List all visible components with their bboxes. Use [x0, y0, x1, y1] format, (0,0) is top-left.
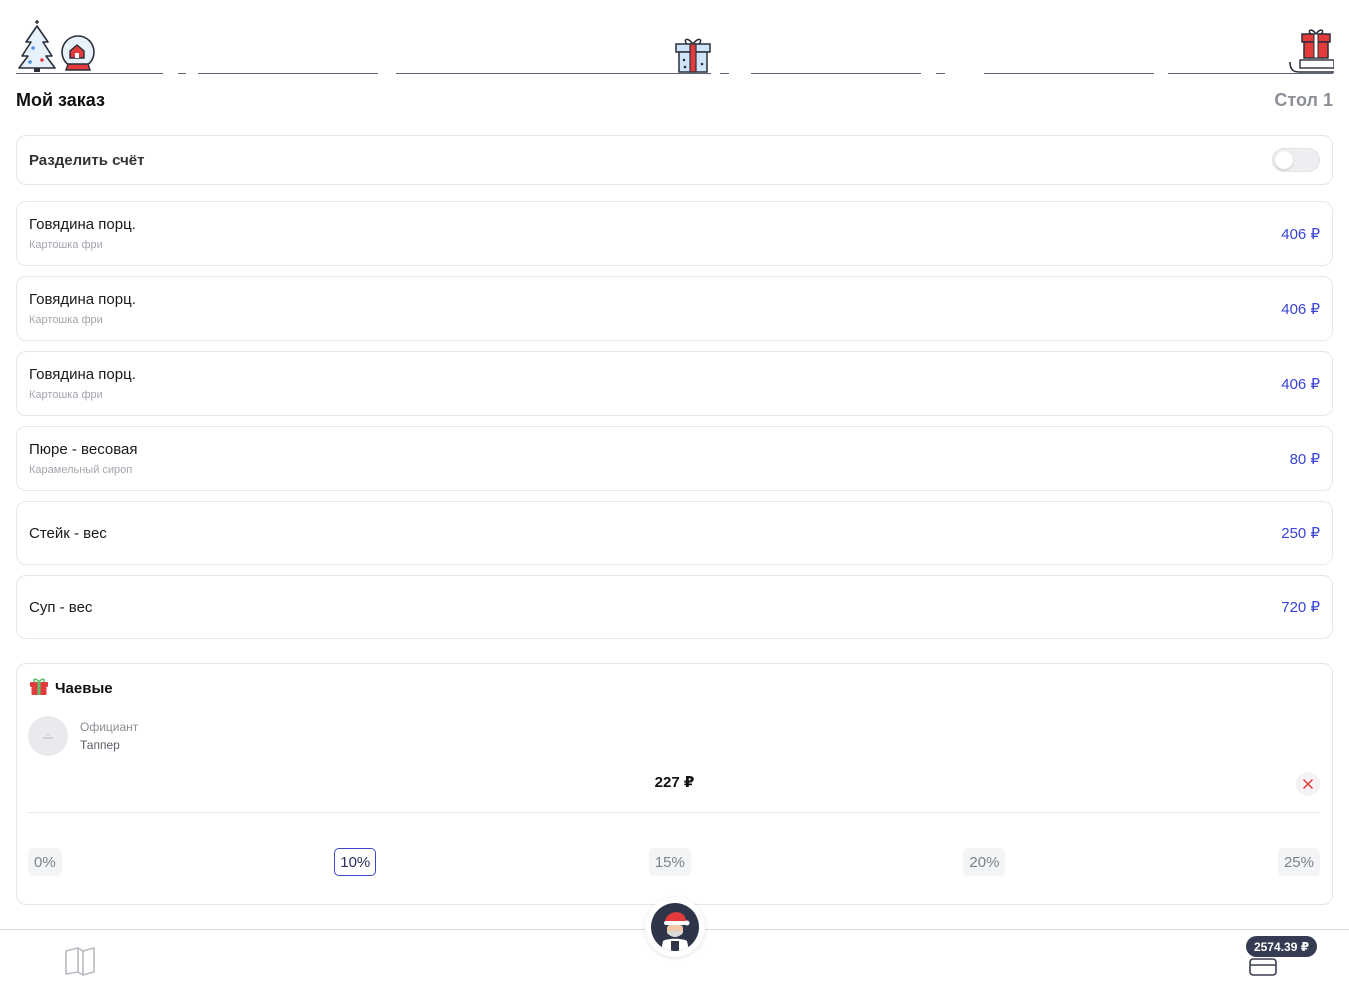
waiter-info: Официант Таппер — [28, 716, 138, 756]
gift-box-icon — [673, 34, 713, 79]
order-item[interactable]: Говядина порц. Картошка фри 406 ₽ — [16, 351, 1333, 416]
split-bill-card[interactable]: Разделить счёт — [16, 135, 1333, 185]
tip-option-20[interactable]: 20% — [963, 848, 1006, 876]
order-item-info: Говядина порц. Картошка фри — [29, 291, 136, 326]
order-item-name: Стейк - вес — [29, 524, 107, 542]
gift-icon — [29, 676, 49, 701]
tip-option-0[interactable]: 0% — [28, 848, 62, 876]
order-item[interactable]: Стейк - вес 250 ₽ — [16, 501, 1333, 565]
clear-tip-button[interactable] — [1296, 772, 1320, 796]
tips-header: Чаевые — [29, 676, 113, 701]
toggle-knob — [1275, 151, 1293, 169]
order-item-info: Пюре - весовая Карамельный сироп — [29, 441, 137, 476]
book-icon — [65, 947, 95, 976]
tip-option-25[interactable]: 25% — [1277, 848, 1320, 876]
santa-waiter-avatar-icon — [651, 903, 699, 951]
tip-amount[interactable]: 227 ₽ — [17, 773, 1332, 791]
order-item-name: Суп - вес — [29, 598, 93, 616]
order-item-modifier: Картошка фри — [29, 239, 103, 251]
split-bill-toggle[interactable] — [1272, 148, 1320, 172]
order-item-price: 250 ₽ — [1281, 525, 1320, 542]
order-item-info: Говядина порц. Картошка фри — [29, 216, 136, 251]
table-label: Стол 1 — [1274, 89, 1333, 110]
festive-header-decoration — [16, 18, 1335, 79]
snow-globe-icon — [58, 34, 98, 79]
christmas-tree-icon — [16, 20, 58, 79]
sleigh-gift-icon — [1286, 26, 1335, 81]
order-item-name: Говядина порц. — [29, 216, 136, 233]
tip-percent-options: 0% 10% 15% 20% 25% — [28, 848, 1320, 876]
tips-title: Чаевые — [55, 680, 113, 697]
waiter-call-button[interactable] — [645, 897, 705, 957]
order-item[interactable]: Говядина порц. Картошка фри 406 ₽ — [16, 201, 1333, 266]
order-item[interactable]: Пюре - весовая Карамельный сироп 80 ₽ — [16, 426, 1333, 491]
order-item-price: 406 ₽ — [1281, 375, 1320, 393]
order-total-badge[interactable]: 2574.39 ₽ — [1246, 936, 1318, 957]
order-item-price: 80 ₽ — [1289, 450, 1320, 468]
waiter-avatar — [28, 716, 68, 756]
page-title: Мой заказ — [16, 89, 105, 110]
waiter-role: Официант — [80, 720, 139, 734]
order-item-price: 406 ₽ — [1281, 300, 1320, 318]
waiter-text: Официант Таппер — [80, 718, 138, 754]
close-icon — [1303, 779, 1313, 789]
order-item-name: Говядина порц. — [29, 291, 136, 308]
order-item-modifier: Карамельный сироп — [29, 464, 133, 476]
tip-divider — [28, 812, 1320, 813]
order-header: Мой заказ Стол 1 — [16, 88, 1333, 112]
order-item[interactable]: Говядина порц. Картошка фри 406 ₽ — [16, 276, 1333, 341]
waiter-name: Таппер — [80, 738, 120, 752]
split-bill-label: Разделить счёт — [29, 151, 145, 169]
tip-option-10[interactable]: 10% — [334, 848, 377, 876]
order-item-name: Говядина порц. — [29, 366, 136, 383]
tip-option-15[interactable]: 15% — [648, 848, 691, 876]
order-item-modifier: Картошка фри — [29, 389, 103, 401]
order-item[interactable]: Суп - вес 720 ₽ — [16, 575, 1333, 639]
pay-button[interactable] — [1249, 955, 1281, 982]
order-item-price: 406 ₽ — [1281, 225, 1320, 243]
order-item-price: 720 ₽ — [1281, 599, 1320, 616]
order-item-modifier: Картошка фри — [29, 314, 103, 326]
order-item-info: Говядина порц. Картошка фри — [29, 366, 136, 401]
order-item-name: Пюре - весовая — [29, 441, 138, 458]
menu-button[interactable] — [64, 946, 96, 981]
credit-card-icon — [1249, 958, 1277, 976]
tips-card: Чаевые Официант Таппер 227 ₽ 0% 10% 15% … — [16, 663, 1333, 905]
